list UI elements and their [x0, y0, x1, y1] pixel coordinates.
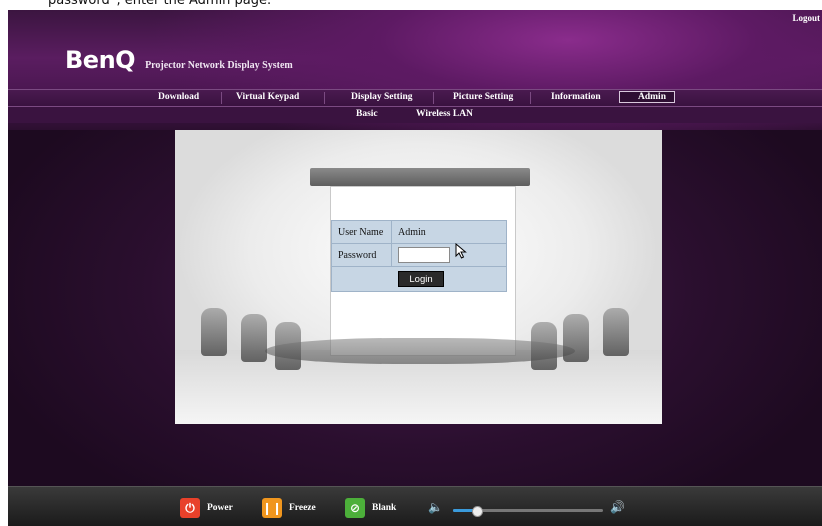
- page-caption: password”, enter the Admin page.: [0, 0, 822, 10]
- username-row: User Name Admin: [332, 221, 506, 244]
- nav-separator: [530, 92, 531, 104]
- pause-icon: ❙❙: [262, 498, 282, 518]
- freeze-button[interactable]: ❙❙ Freeze: [262, 498, 316, 518]
- nav-separator: [324, 92, 325, 104]
- logout-link[interactable]: Logout: [792, 13, 820, 23]
- app-frame: Logout BenQ Projector Network Display Sy…: [8, 10, 822, 526]
- login-button-row: Login: [332, 267, 506, 291]
- main-nav: Download Virtual Keypad Display Setting …: [8, 89, 822, 107]
- benq-logo: BenQ: [65, 46, 136, 74]
- volume-low-icon[interactable]: 🔈: [428, 500, 443, 514]
- nav-separator: [221, 92, 222, 104]
- chair: [531, 322, 557, 370]
- nav-admin[interactable]: Admin: [619, 91, 675, 103]
- nav-download[interactable]: Download: [158, 92, 199, 102]
- freeze-label: Freeze: [289, 503, 316, 513]
- blank-icon: ⊘: [345, 498, 365, 518]
- control-bar: ⏻ Power ❙❙ Freeze ⊘ Blank 🔈 🔊: [8, 486, 822, 526]
- nav-display-setting[interactable]: Display Setting: [351, 92, 413, 102]
- volume-slider[interactable]: [453, 506, 603, 517]
- conference-table: [265, 338, 575, 364]
- password-input[interactable]: [398, 247, 450, 263]
- chair: [563, 314, 589, 362]
- caption-text: password”, enter the Admin page.: [48, 0, 272, 8]
- login-button[interactable]: Login: [398, 271, 444, 287]
- subnav-wireless-lan[interactable]: Wireless LAN: [416, 109, 473, 119]
- blank-label: Blank: [372, 503, 397, 513]
- mouse-cursor-icon: [455, 243, 467, 259]
- projector-screen-housing: [310, 168, 530, 186]
- nav-virtual-keypad[interactable]: Virtual Keypad: [236, 92, 299, 102]
- sub-nav: Basic Wireless LAN: [8, 107, 822, 123]
- blank-button[interactable]: ⊘ Blank: [345, 498, 396, 518]
- password-label: Password: [332, 244, 392, 266]
- brand: BenQ Projector Network Display System: [65, 46, 293, 74]
- volume-slider-handle[interactable]: [471, 506, 483, 517]
- username-value: Admin: [398, 226, 426, 238]
- chair: [241, 314, 267, 362]
- nav-picture-setting[interactable]: Picture Setting: [453, 92, 513, 102]
- subnav-basic[interactable]: Basic: [356, 109, 378, 119]
- chair: [603, 308, 629, 356]
- brand-subtitle: Projector Network Display System: [145, 60, 293, 71]
- chair: [201, 308, 227, 356]
- power-label: Power: [207, 503, 233, 513]
- power-icon: ⏻: [180, 498, 200, 518]
- nav-separator: [433, 92, 434, 104]
- password-row: Password: [332, 244, 506, 267]
- power-button[interactable]: ⏻ Power: [180, 498, 233, 518]
- login-form: User Name Admin Password Login: [331, 220, 507, 292]
- volume-high-icon[interactable]: 🔊: [610, 500, 625, 514]
- chair: [275, 322, 301, 370]
- nav-information[interactable]: Information: [551, 92, 601, 102]
- username-label: User Name: [332, 221, 392, 243]
